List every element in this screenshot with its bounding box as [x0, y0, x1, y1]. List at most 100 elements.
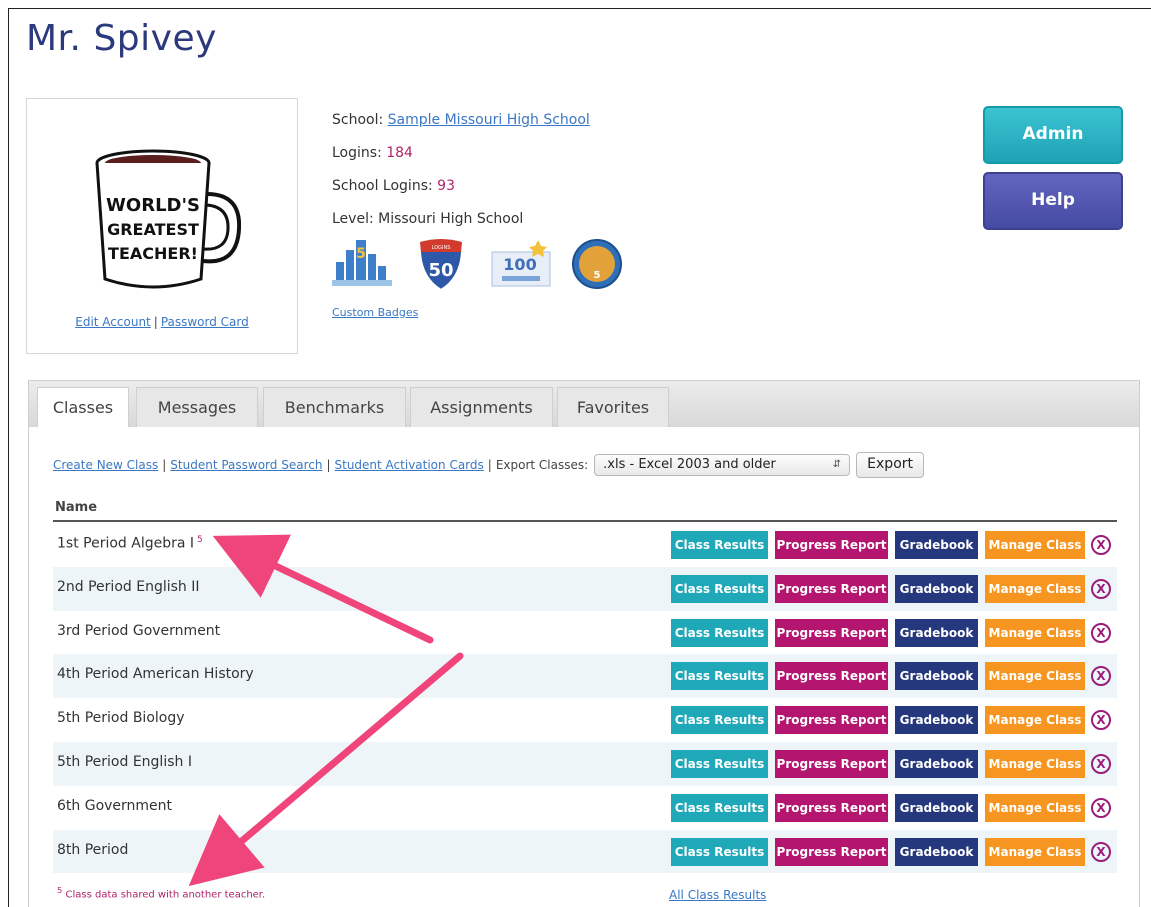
- manage-class-button[interactable]: Manage Class: [985, 618, 1085, 647]
- class-results-button[interactable]: Class Results: [671, 749, 768, 778]
- class-results-button[interactable]: Class Results: [671, 793, 768, 822]
- export-format-value: .xls - Excel 2003 and older: [603, 457, 776, 472]
- class-name-text: 1st Period Algebra I: [57, 535, 195, 552]
- tab-bar: Classes Messages Benchmarks Assignments …: [28, 380, 1140, 430]
- delete-class-icon[interactable]: X: [1091, 841, 1111, 862]
- admin-button[interactable]: Admin: [983, 106, 1123, 164]
- class-results-button[interactable]: Class Results: [671, 837, 768, 866]
- level-row: Level: Missouri High School: [332, 203, 590, 236]
- student-activation-cards-link[interactable]: Student Activation Cards: [335, 458, 484, 472]
- manage-class-button[interactable]: Manage Class: [985, 706, 1085, 735]
- classes-table: 1st Period Algebra I 5 Class Results Progre…: [53, 523, 1117, 874]
- table-row: 5th Period English I Class Results Progres…: [53, 741, 1117, 786]
- export-button[interactable]: Export: [856, 452, 924, 478]
- tab-classes[interactable]: Classes: [37, 387, 129, 430]
- manage-class-button[interactable]: Manage Class: [985, 749, 1085, 778]
- class-results-button[interactable]: Class Results: [671, 531, 768, 559]
- logins-label: Logins:: [332, 145, 382, 161]
- toolbar-sep: |: [162, 458, 167, 472]
- progress-report-button[interactable]: Progress Report: [775, 662, 888, 691]
- gradebook-button[interactable]: Gradebook: [895, 837, 978, 866]
- mug-text-line1: WORLD'S: [106, 195, 200, 216]
- profile-card: WORLD'S GREATEST TEACHER! Edit Account | P…: [26, 98, 298, 354]
- class-name[interactable]: 1st Period Algebra I5: [57, 535, 203, 552]
- class-results-button[interactable]: Class Results: [671, 618, 768, 647]
- class-results-button[interactable]: Class Results: [671, 662, 768, 691]
- footnote-text: Class data shared with another teacher.: [65, 889, 266, 901]
- badge-1-number: 5: [356, 246, 366, 262]
- bar-chart-badge-icon[interactable]: 5: [330, 236, 396, 296]
- delete-class-icon[interactable]: X: [1091, 622, 1111, 643]
- password-card-link[interactable]: Password Card: [161, 315, 249, 329]
- delete-class-icon[interactable]: X: [1091, 666, 1111, 687]
- progress-report-button[interactable]: Progress Report: [775, 531, 888, 559]
- gradebook-button[interactable]: Gradebook: [895, 706, 978, 735]
- table-row: 5th Period Biology Class Results Progress …: [53, 698, 1117, 742]
- class-name[interactable]: 4th Period American History: [57, 666, 254, 682]
- badge-3-number: 100: [503, 255, 536, 274]
- manage-class-button[interactable]: Manage Class: [985, 531, 1085, 559]
- class-name-text: 3rd Period Government: [57, 622, 221, 639]
- window-top-border: [8, 8, 1151, 9]
- gradebook-button[interactable]: Gradebook: [895, 662, 978, 691]
- progress-report-button[interactable]: Progress Report: [775, 793, 888, 822]
- 100-completion-badge-icon[interactable]: 100: [488, 236, 554, 296]
- progress-report-button[interactable]: Progress Report: [775, 574, 888, 603]
- tab-benchmarks[interactable]: Benchmarks: [263, 387, 406, 429]
- globe-badge-icon[interactable]: 5: [570, 236, 624, 296]
- manage-class-button[interactable]: Manage Class: [985, 662, 1085, 691]
- gradebook-button[interactable]: Gradebook: [895, 531, 978, 559]
- coffee-mug-icon: WORLD'S GREATEST TEACHER!: [91, 149, 242, 303]
- delete-class-icon[interactable]: X: [1091, 578, 1111, 599]
- class-results-button[interactable]: Class Results: [671, 574, 768, 603]
- help-button[interactable]: Help: [983, 172, 1123, 230]
- school-logins-label: School Logins:: [332, 178, 433, 194]
- delete-class-icon[interactable]: X: [1091, 710, 1111, 731]
- gradebook-button[interactable]: Gradebook: [895, 793, 978, 822]
- school-logins-value: 93: [437, 178, 455, 194]
- table-row: 6th Government Class Results Progress Repo…: [53, 786, 1117, 830]
- class-name-text: 6th Government: [57, 797, 173, 814]
- class-results-button[interactable]: Class Results: [671, 706, 768, 735]
- delete-class-icon[interactable]: X: [1091, 753, 1111, 774]
- export-format-select[interactable]: .xls - Excel 2003 and older ⇵: [594, 454, 851, 476]
- table-row: 2nd Period English II Class Results Progre…: [53, 566, 1117, 611]
- delete-class-icon[interactable]: X: [1091, 535, 1111, 555]
- create-new-class-link[interactable]: Create New Class: [53, 458, 158, 472]
- student-password-search-link[interactable]: Student Password Search: [170, 458, 322, 472]
- class-name[interactable]: 3rd Period Government: [57, 623, 220, 639]
- window-left-border: [8, 8, 9, 907]
- mug-text-line3: TEACHER!: [108, 244, 198, 263]
- header-divider: [53, 520, 1117, 522]
- interstate-shield-badge-icon[interactable]: LOGINS 50: [416, 236, 466, 296]
- edit-account-link[interactable]: Edit Account: [75, 315, 151, 329]
- tab-messages[interactable]: Messages: [136, 387, 258, 429]
- manage-class-button[interactable]: Manage Class: [985, 574, 1085, 603]
- progress-report-button[interactable]: Progress Report: [775, 749, 888, 778]
- gradebook-button[interactable]: Gradebook: [895, 618, 978, 647]
- gradebook-button[interactable]: Gradebook: [895, 749, 978, 778]
- class-name[interactable]: 8th Period: [57, 842, 128, 858]
- tab-favorites[interactable]: Favorites: [557, 387, 669, 429]
- progress-report-button[interactable]: Progress Report: [775, 706, 888, 735]
- delete-class-icon[interactable]: X: [1091, 797, 1111, 818]
- badge-2-number: 50: [428, 260, 453, 281]
- manage-class-button[interactable]: Manage Class: [985, 837, 1085, 866]
- all-class-results-link[interactable]: All Class Results: [669, 888, 766, 902]
- class-name[interactable]: 5th Period English I: [57, 754, 192, 770]
- progress-report-button[interactable]: Progress Report: [775, 618, 888, 647]
- class-name[interactable]: 2nd Period English II: [57, 579, 199, 595]
- level-value: Missouri High School: [378, 211, 524, 227]
- school-link[interactable]: Sample Missouri High School: [388, 112, 590, 128]
- teacher-info: School: Sample Missouri High School Logi…: [332, 104, 590, 236]
- class-name[interactable]: 5th Period Biology: [57, 710, 185, 726]
- school-logins-row: School Logins: 93: [332, 170, 590, 203]
- manage-class-button[interactable]: Manage Class: [985, 793, 1085, 822]
- tab-assignments[interactable]: Assignments: [410, 387, 553, 429]
- progress-report-button[interactable]: Progress Report: [775, 837, 888, 866]
- class-name[interactable]: 6th Government: [57, 798, 172, 814]
- custom-badges-link[interactable]: Custom Badges: [332, 306, 418, 319]
- table-row: 3rd Period Government Class Results Progre…: [53, 611, 1117, 655]
- table-row: 4th Period American History Class Results…: [53, 654, 1117, 699]
- gradebook-button[interactable]: Gradebook: [895, 574, 978, 603]
